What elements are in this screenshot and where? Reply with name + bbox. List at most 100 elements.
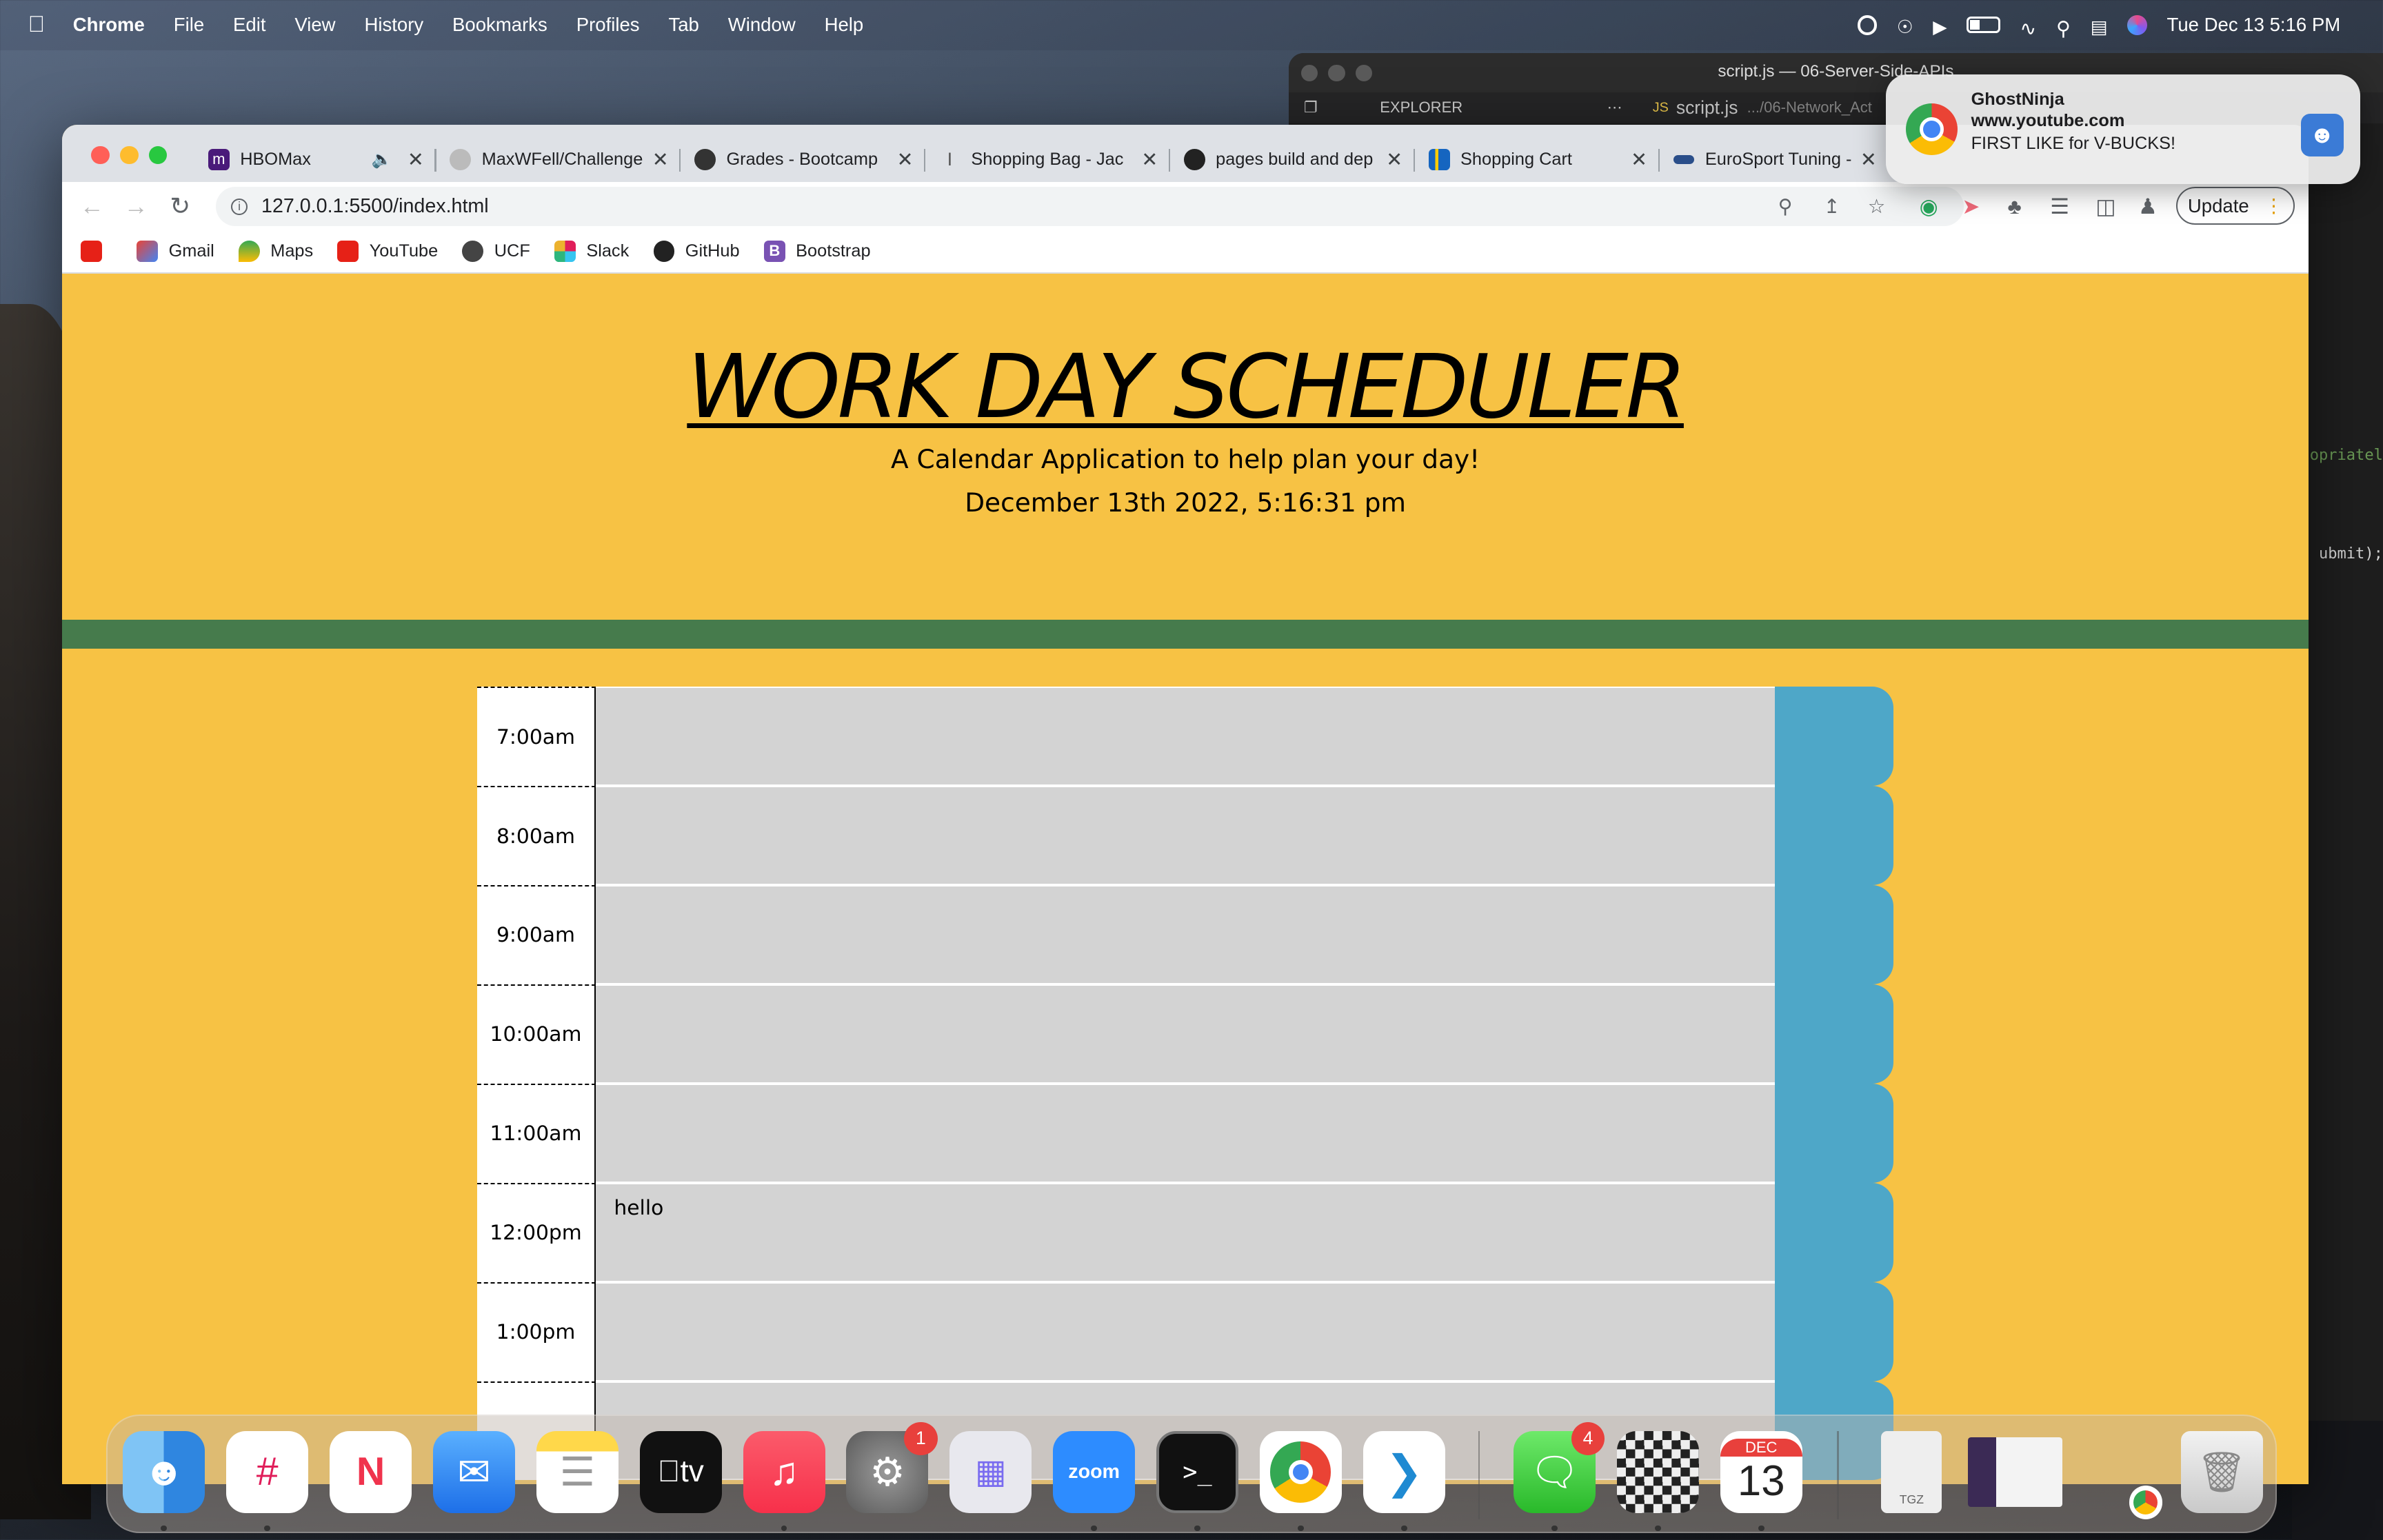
zoom-magnifier-icon[interactable]: ⚲	[1778, 194, 1793, 219]
close-tab-icon[interactable]: ✕	[1386, 148, 1402, 172]
share-icon[interactable]: ↥	[1824, 194, 1840, 219]
chrome-icon[interactable]	[1259, 1430, 1342, 1513]
bookmark-gmail[interactable]: Gmail	[137, 241, 214, 263]
bookmark-slack[interactable]: Slack	[554, 241, 629, 263]
wifi-icon[interactable]: ∿	[2020, 17, 2036, 40]
menu-window[interactable]: Window	[728, 14, 796, 36]
menu-file[interactable]: File	[174, 14, 204, 36]
zoom-window-button[interactable]	[148, 145, 168, 164]
vscode-tab-file[interactable]: script.js	[1676, 97, 1738, 119]
menu-clock[interactable]: Tue Dec 13 5:16 PM	[2167, 14, 2341, 36]
chess-icon[interactable]	[1616, 1430, 1699, 1513]
menu-help[interactable]: Help	[825, 14, 864, 36]
zoom-icon[interactable]: zoom	[1053, 1430, 1136, 1513]
event-description-input[interactable]	[595, 687, 1776, 787]
airdrop-icon[interactable]: ☉	[1897, 17, 1913, 37]
save-button[interactable]	[1775, 786, 1894, 885]
close-tab-icon[interactable]: ✕	[1860, 148, 1877, 172]
event-description-input[interactable]	[595, 786, 1776, 885]
notes-icon[interactable]: ☰	[536, 1430, 619, 1513]
menu-profiles[interactable]: Profiles	[576, 14, 640, 36]
archive-file-icon[interactable]: TGZ	[1881, 1430, 1942, 1513]
menu-tab[interactable]: Tab	[668, 14, 698, 36]
terminal-icon[interactable]: >_	[1156, 1430, 1239, 1513]
save-button[interactable]	[1775, 984, 1894, 1084]
event-description-input[interactable]	[595, 984, 1776, 1084]
extensions-puzzle-icon[interactable]: ♣	[2007, 194, 2021, 219]
address-bar[interactable]: i 127.0.0.1:5500/index.html ⚲ ↥ ☆	[215, 187, 1964, 227]
chrome-window[interactable]: m HBOMax 🔈 ✕ MaxWFell/Challenge ✕ Grades…	[62, 124, 2309, 1485]
site-info-icon[interactable]: i	[230, 198, 248, 215]
event-description-input[interactable]	[595, 1281, 1776, 1381]
chrome-small-icon[interactable]	[2129, 1486, 2163, 1519]
profile-avatar-icon[interactable]: ♟	[2138, 194, 2158, 219]
trash-icon[interactable]: 🗑	[2180, 1430, 2263, 1513]
siri-icon[interactable]	[2127, 15, 2147, 35]
calendar-icon[interactable]: DEC 13	[1720, 1430, 1802, 1513]
event-description-input[interactable]	[595, 885, 1776, 984]
launchpad-icon[interactable]: ▦	[949, 1430, 1032, 1513]
reload-icon[interactable]: ↻	[158, 192, 202, 221]
mail-icon[interactable]: ✉	[432, 1430, 515, 1513]
event-description-input[interactable]	[595, 1083, 1776, 1183]
system-settings-icon[interactable]: ⚙ 1	[846, 1421, 938, 1513]
save-button[interactable]	[1775, 1083, 1894, 1183]
apple-tv-icon[interactable]: tv	[639, 1430, 722, 1513]
music-icon[interactable]: ♫	[743, 1430, 825, 1513]
bookmark-maps[interactable]: Maps	[238, 241, 313, 263]
tab-hbomax[interactable]: m HBOMax 🔈 ✕	[196, 136, 436, 182]
messages-icon[interactable]: 🗨 4	[1513, 1421, 1605, 1513]
slack-icon[interactable]: #	[226, 1430, 309, 1513]
event-description-input[interactable]: hello	[595, 1182, 1776, 1282]
vscode-icon[interactable]: ❯	[1363, 1430, 1445, 1513]
grammarly-icon[interactable]: ◉	[1920, 194, 1938, 219]
minimize-window-button[interactable]	[120, 145, 139, 164]
spotlight-search-icon[interactable]: ⚲	[2056, 17, 2071, 40]
battery-icon[interactable]	[1967, 17, 2000, 34]
close-tab-icon[interactable]: ✕	[1631, 148, 1647, 172]
close-tab-icon[interactable]: ✕	[897, 148, 914, 172]
menu-app-name[interactable]: Chrome	[73, 14, 145, 36]
news-icon[interactable]: N	[330, 1430, 412, 1513]
forward-arrow-icon[interactable]: →	[114, 193, 158, 221]
menu-bookmarks[interactable]: Bookmarks	[452, 14, 547, 36]
save-button[interactable]	[1775, 687, 1894, 787]
menu-edit[interactable]: Edit	[233, 14, 265, 36]
play-icon[interactable]: ▶	[1933, 17, 1947, 37]
back-arrow-icon[interactable]: ←	[70, 193, 114, 221]
close-tab-icon[interactable]: ✕	[408, 148, 424, 172]
tab-shopping-bag[interactable]: I Shopping Bag - Jac ✕	[927, 136, 1171, 182]
save-button[interactable]	[1775, 885, 1894, 984]
tab-eurosport-tuning[interactable]: EuroSport Tuning - ✕	[1661, 136, 1889, 182]
save-button[interactable]	[1775, 1182, 1894, 1282]
extension-arrow-icon[interactable]: ➤	[1962, 194, 1980, 219]
status-record-icon[interactable]	[1857, 15, 1878, 35]
vscode-files-icon[interactable]: ❐	[1304, 99, 1334, 116]
apple-icon[interactable]: 	[0, 12, 73, 38]
tab-pages-build[interactable]: pages build and dep ✕	[1172, 136, 1415, 182]
close-window-button[interactable]	[91, 145, 110, 164]
reading-list-icon[interactable]: ☰	[2050, 194, 2069, 219]
bookmark-youtube[interactable]: YouTube	[337, 241, 438, 263]
tab-shopping-cart[interactable]: Shopping Cart ✕	[1416, 136, 1660, 182]
bookmark-bootstrap[interactable]: B Bootstrap	[763, 241, 871, 263]
menu-history[interactable]: History	[364, 14, 423, 36]
control-center-icon[interactable]: ▤	[2091, 17, 2108, 37]
address-url[interactable]: 127.0.0.1:5500/index.html	[261, 195, 489, 218]
speaker-icon[interactable]: 🔈	[372, 150, 392, 170]
menu-view[interactable]: View	[294, 14, 335, 36]
bookmark-ucf[interactable]: UCF	[462, 241, 530, 263]
bookmark-youtube-short[interactable]	[80, 241, 112, 263]
more-vert-icon[interactable]: ⋮	[2264, 195, 2284, 217]
tab-github-challenge[interactable]: MaxWFell/Challenge ✕	[438, 136, 681, 182]
bookmark-github[interactable]: GitHub	[653, 241, 740, 263]
side-panel-icon[interactable]: ◫	[2095, 194, 2115, 219]
update-button[interactable]: Update ⋮	[2176, 187, 2295, 225]
finder-icon[interactable]: ☻	[123, 1430, 205, 1513]
close-tab-icon[interactable]: ✕	[1141, 148, 1158, 172]
screenshot-thumbnail-icon[interactable]	[1967, 1437, 2062, 1508]
bookmark-star-icon[interactable]: ☆	[1868, 194, 1886, 219]
close-tab-icon[interactable]: ✕	[652, 148, 669, 172]
save-button[interactable]	[1775, 1281, 1894, 1381]
notification-banner[interactable]: GhostNinja www.youtube.com FIRST LIKE fo…	[1886, 74, 2360, 184]
